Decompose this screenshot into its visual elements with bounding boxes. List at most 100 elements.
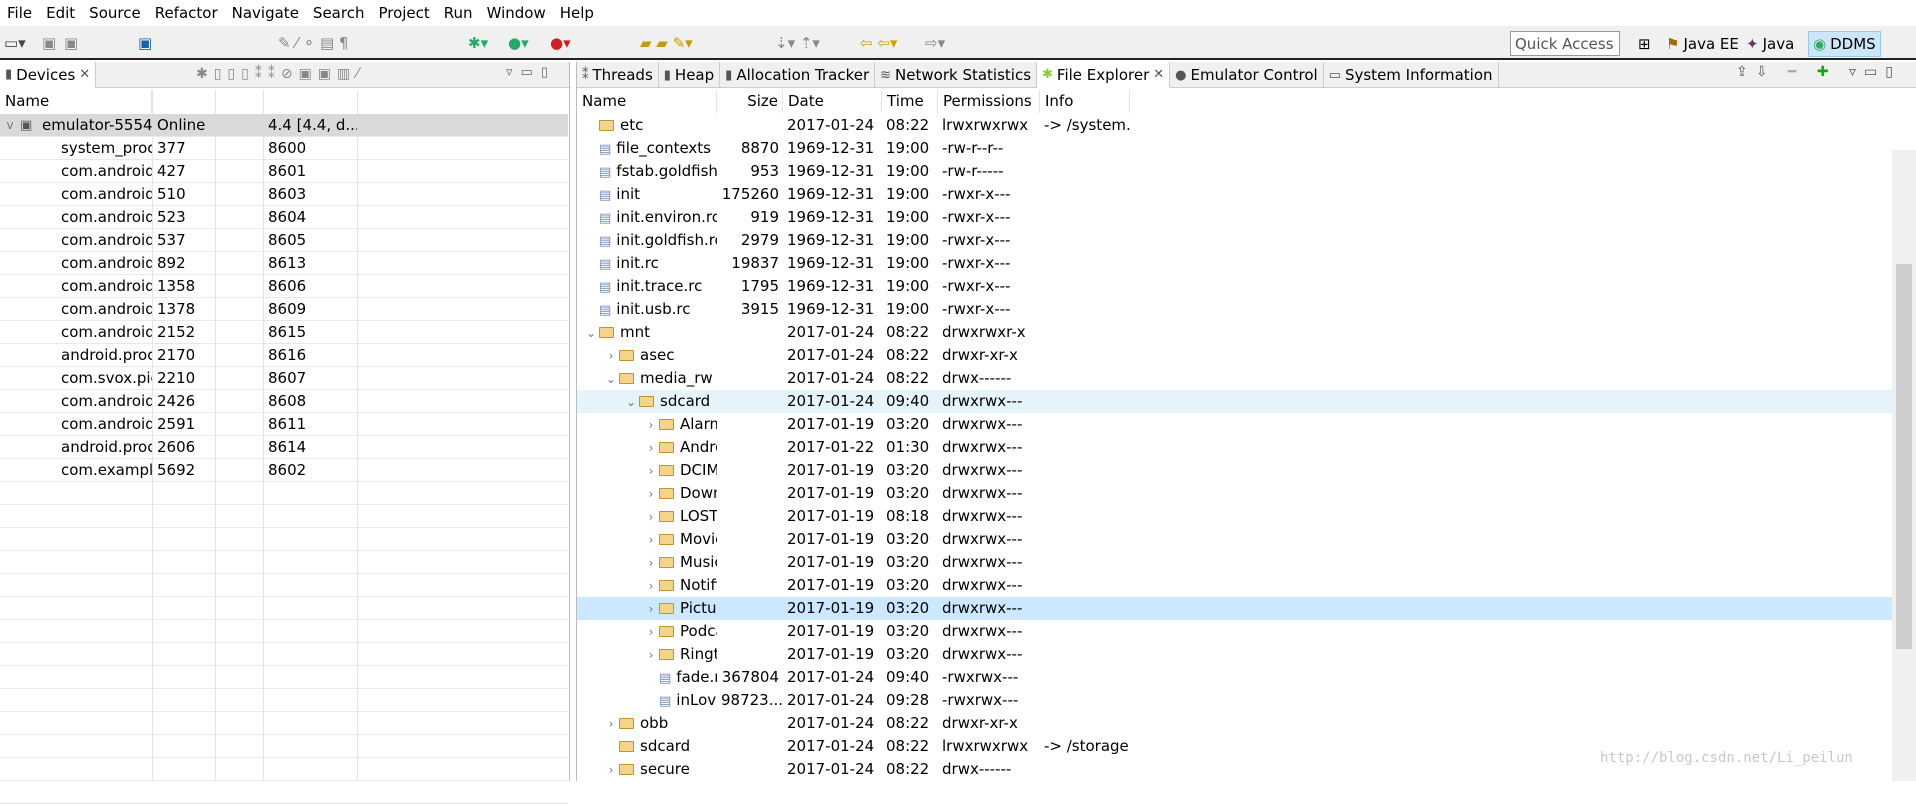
menu-run[interactable]: Run (437, 4, 480, 22)
folder-row[interactable]: › Pictur 2017-01-19 03:20 drwxrwx--- (577, 597, 1893, 620)
forward-icon[interactable]: ⇨▾ (925, 34, 945, 52)
folder-row[interactable]: › DCIM 2017-01-19 03:20 drwxrwx--- (577, 459, 1893, 482)
column-header-size[interactable]: Size (717, 90, 783, 113)
save-icon[interactable]: ▣ (42, 34, 56, 52)
toggle-icon[interactable]: ✎ ⁄ ⚬ ▤ ¶ (278, 34, 348, 52)
perspective-java[interactable]: ✦ Java (1742, 31, 1798, 57)
folder-row[interactable]: › Alarm 2017-01-19 03:20 drwxrwx--- (577, 413, 1893, 436)
process-row[interactable]: com.android 2591 8611 (0, 413, 568, 436)
expand-icon[interactable]: › (643, 644, 659, 666)
folder-row[interactable]: ⌄ mnt 2017-01-24 08:22 drwxrwxr-x (577, 321, 1893, 344)
expand-icon[interactable]: › (643, 506, 659, 528)
expand-icon[interactable]: › (603, 345, 619, 367)
process-row[interactable]: android.proc 2606 8614 (0, 436, 568, 459)
close-icon[interactable]: ✕ (1153, 67, 1164, 82)
tab-system-information[interactable]: ▭ System Information (1324, 62, 1499, 88)
folder-row[interactable]: › Andro 2017-01-22 01:30 drwxrwx--- (577, 436, 1893, 459)
folder-row[interactable]: etc 2017-01-24 08:22 lrwxrwxrwx -> /system..… (577, 114, 1893, 137)
folder-row[interactable]: › Down 2017-01-19 03:20 drwxrwx--- (577, 482, 1893, 505)
column-header-name[interactable]: Name (0, 90, 152, 113)
folder-row[interactable]: ⌄ sdcard 2017-01-24 09:40 drwxrwx--- (577, 390, 1893, 413)
expand-icon[interactable]: › (643, 460, 659, 482)
process-row[interactable]: com.android 2152 8615 (0, 321, 568, 344)
close-icon[interactable]: ✕ (79, 67, 90, 82)
menu-project[interactable]: Project (371, 4, 436, 22)
file-row[interactable]: ▤ init.environ.rc 919 1969-12-31 19:00 -rwxr-… (577, 206, 1893, 229)
process-row[interactable]: com.android 1378 8609 (0, 298, 568, 321)
folder-row[interactable]: › obb 2017-01-24 08:22 drwxr-xr-x (577, 712, 1893, 735)
save-all-icon[interactable]: ▣ (64, 34, 78, 52)
folder-row[interactable]: › Podca 2017-01-19 03:20 drwxrwx--- (577, 620, 1893, 643)
scrollbar-thumb[interactable] (1896, 264, 1912, 649)
collapse-icon[interactable]: ⌄ (583, 322, 599, 344)
expand-icon[interactable]: › (643, 598, 659, 620)
column-header-name[interactable]: Name (577, 90, 717, 113)
debug-icon[interactable]: ✱▾ (468, 34, 488, 52)
process-row[interactable]: system_proc 377 8600 (0, 137, 568, 160)
collapse-icon[interactable]: v (2, 114, 18, 137)
column-header-date[interactable]: Date (783, 90, 882, 113)
folder-row[interactable]: › asec 2017-01-24 08:22 drwxr-xr-x (577, 344, 1893, 367)
process-row[interactable]: com.android 1358 8606 (0, 275, 568, 298)
menu-file[interactable]: File (0, 4, 39, 22)
perspective-ddms[interactable]: ◉ DDMS (1808, 31, 1881, 57)
file-row[interactable]: ▤ fstab.goldfish 953 1969-12-31 19:00 -rw-r--… (577, 160, 1893, 183)
expand-icon[interactable]: › (643, 414, 659, 436)
expand-icon[interactable]: › (603, 713, 619, 735)
tab-file-explorer[interactable]: ✱ File Explorer ✕ (1037, 62, 1171, 88)
process-row[interactable]: com.android 537 8605 (0, 229, 568, 252)
file-row[interactable]: ▤ inLov 98723... 2017-01-24 09:28 -rwxrwx--- (577, 689, 1893, 712)
folder-row[interactable]: ⌄ media_rw 2017-01-24 08:22 drwx------ (577, 367, 1893, 390)
tab-emulator-control[interactable]: ● Emulator Control (1170, 62, 1324, 88)
folder-row[interactable]: › Movie 2017-01-19 03:20 drwxrwx--- (577, 528, 1893, 551)
expand-icon[interactable]: › (643, 575, 659, 597)
explorer-toolbar-icons[interactable]: ⇪⇩ ━ ✚ ▿▭▯ (1736, 64, 1901, 80)
tab-devices[interactable]: ▮ Devices ✕ (0, 62, 97, 88)
menu-search[interactable]: Search (306, 4, 372, 22)
expand-icon[interactable]: › (643, 483, 659, 505)
new-icon[interactable]: ▭▾ (4, 34, 26, 52)
expand-icon[interactable]: › (643, 552, 659, 574)
column-header-info[interactable]: Info (1040, 90, 1130, 113)
process-row[interactable]: com.android 892 8613 (0, 252, 568, 275)
devices-toolbar-icons[interactable]: ✱▯▯▯⁑⁑⊘▣▣▥⁄ (196, 66, 365, 82)
expand-icon[interactable]: › (603, 759, 619, 781)
collapse-icon[interactable]: ⌄ (603, 368, 619, 390)
tab-heap[interactable]: ▮ Heap (659, 62, 721, 88)
file-row[interactable]: ▤ init 175260 1969-12-31 19:00 -rwxr-x--- (577, 183, 1893, 206)
tab-network-statistics[interactable]: ≋ Network Statistics (875, 62, 1038, 88)
menu-help[interactable]: Help (553, 4, 601, 22)
menu-edit[interactable]: Edit (39, 4, 82, 22)
process-row[interactable]: com.android 427 8601 (0, 160, 568, 183)
collapse-icon[interactable]: ⌄ (623, 391, 639, 413)
vertical-scrollbar[interactable] (1892, 150, 1916, 781)
device-row[interactable]: v ▣ emulator-5554 Online 4.4 [4.4, d... (0, 114, 568, 137)
perspective-java-ee[interactable]: ⚑ Java EE (1662, 31, 1743, 57)
file-row[interactable]: ▤ init.goldfish.rc 2979 1969-12-31 19:00 -rwx… (577, 229, 1893, 252)
run-icon[interactable]: ●▾ (508, 34, 529, 52)
tab-allocation-tracker[interactable]: ▮ Allocation Tracker (720, 62, 876, 88)
column-header-perm[interactable]: Permissions (938, 90, 1040, 113)
process-row[interactable]: android.proc 2170 8616 (0, 344, 568, 367)
open-type-icon[interactable]: ▰ ▰ ✎▾ (640, 34, 693, 52)
device-icon[interactable]: ▣ (138, 34, 152, 52)
file-row[interactable]: ▤ init.usb.rc 3915 1969-12-31 19:00 -rwxr-x--… (577, 298, 1893, 321)
quick-access-input[interactable]: Quick Access (1510, 31, 1620, 56)
annotation-nav-icon[interactable]: ⇣▾ ⇡▾ (775, 34, 820, 52)
folder-row[interactable]: › Notifi 2017-01-19 03:20 drwxrwx--- (577, 574, 1893, 597)
view-menu-icons[interactable]: ▿▭▯ (506, 65, 556, 80)
folder-row[interactable]: › Ringt 2017-01-19 03:20 drwxrwx--- (577, 643, 1893, 666)
file-row[interactable]: ▤ fade.r 367804 2017-01-24 09:40 -rwxrwx--- (577, 666, 1893, 689)
open-perspective-icon[interactable]: ⊞ (1634, 31, 1655, 57)
external-tools-icon[interactable]: ●▾ (550, 34, 571, 52)
column-header-time[interactable]: Time (882, 90, 938, 113)
back-icon[interactable]: ⇦ ⇦▾ (860, 34, 897, 52)
process-row[interactable]: com.svox.pic 2210 8607 (0, 367, 568, 390)
folder-row[interactable]: › LOST. 2017-01-19 08:18 drwxrwx--- (577, 505, 1893, 528)
process-row[interactable]: com.exampl 5692 8602 (0, 459, 568, 482)
tab-threads[interactable]: ⁑ Threads (577, 62, 659, 88)
folder-row[interactable]: › Music 2017-01-19 03:20 drwxrwx--- (577, 551, 1893, 574)
expand-icon[interactable]: › (643, 621, 659, 643)
file-row[interactable]: ▤ init.trace.rc 1795 1969-12-31 19:00 -rwxr-x… (577, 275, 1893, 298)
process-row[interactable]: com.android 2426 8608 (0, 390, 568, 413)
